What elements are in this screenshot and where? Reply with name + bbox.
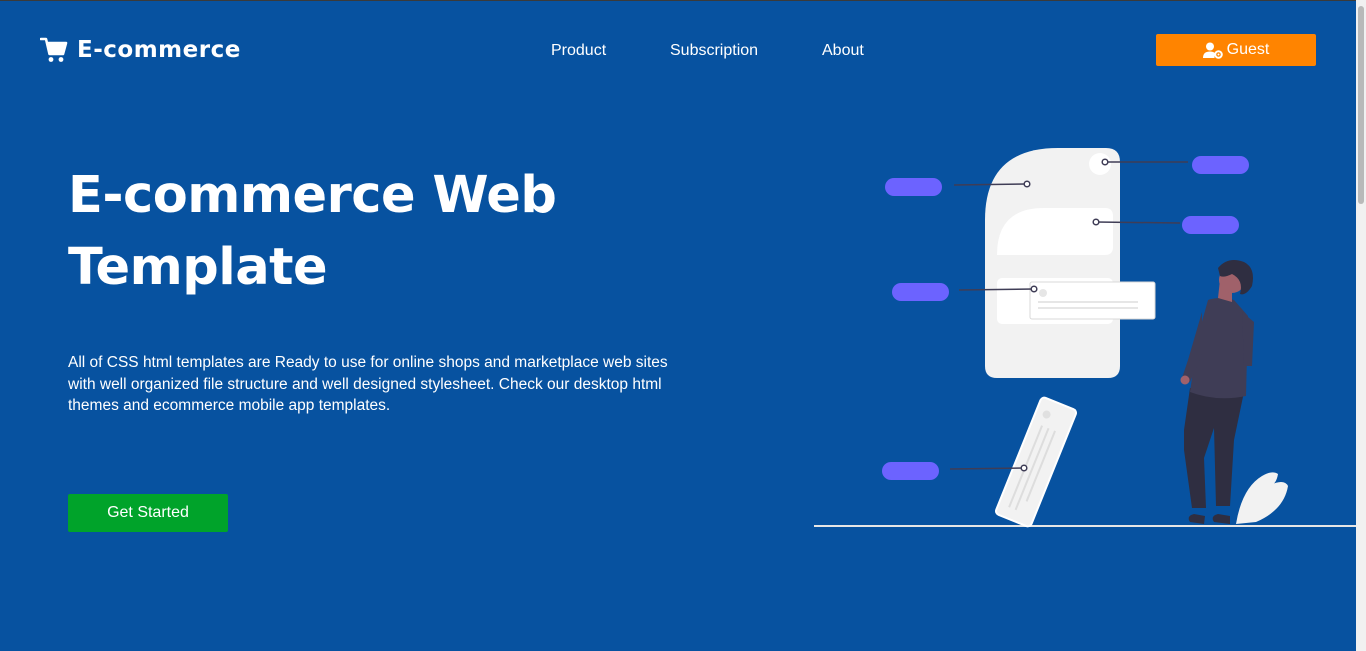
- nav-subscription[interactable]: Subscription: [670, 42, 758, 60]
- label-pill-4: [892, 283, 949, 301]
- label-pill-1: [885, 178, 942, 196]
- window-top-border: [0, 0, 1366, 1]
- hero-title: E-commerce Web Template: [68, 166, 557, 297]
- fallen-card: [994, 396, 1078, 528]
- label-pill-5: [882, 462, 939, 480]
- nav-about[interactable]: About: [822, 42, 864, 60]
- hero-description: All of CSS html templates are Ready to u…: [68, 354, 668, 414]
- label-pill-2: [1192, 156, 1249, 174]
- popout-card: [1029, 281, 1156, 320]
- guest-button-label: Guest: [1226, 41, 1270, 58]
- person-figure: [1180, 260, 1254, 524]
- plant-leaf: [1236, 472, 1288, 524]
- phone-body: [985, 148, 1120, 378]
- hero-illustration: [814, 148, 1360, 528]
- guest-button[interactable]: Guest: [1156, 34, 1316, 66]
- get-started-button[interactable]: Get Started: [68, 494, 228, 532]
- label-pill-3: [1182, 216, 1239, 234]
- nav-product[interactable]: Product: [551, 42, 606, 60]
- scrollbar-thumb[interactable]: [1358, 6, 1364, 204]
- user-cog-icon: [1202, 42, 1223, 59]
- vertical-scrollbar[interactable]: [1356, 0, 1366, 651]
